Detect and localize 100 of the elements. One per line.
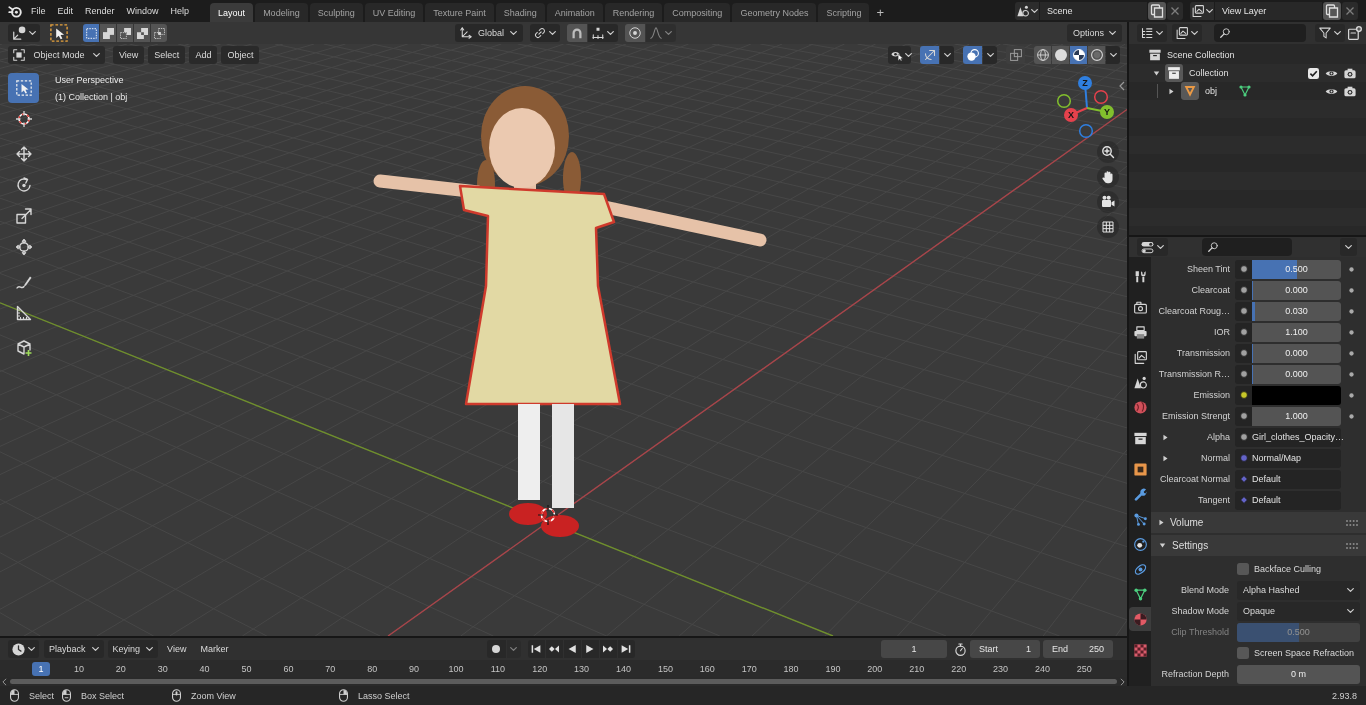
horizontal-scrollbar[interactable] (10, 679, 1117, 684)
workspace-tab[interactable]: Sculpting (309, 3, 363, 22)
frame-end-field[interactable]: End 250 (1043, 640, 1113, 658)
camera-icon[interactable] (1097, 191, 1119, 213)
drag-handle-icon[interactable] (1346, 542, 1358, 549)
keyframe-icon[interactable] (1348, 371, 1354, 377)
socket-icon[interactable] (1240, 307, 1248, 315)
socket-icon[interactable] (1240, 433, 1248, 441)
eye-icon[interactable] (1325, 87, 1338, 95)
select-box-tool[interactable] (8, 73, 39, 103)
sidebar-toggle-icon[interactable] (1119, 81, 1125, 91)
playback-button[interactable] (563, 640, 581, 658)
color-swatch[interactable] (1252, 385, 1341, 405)
selection-mode-button[interactable] (83, 24, 99, 42)
gizmo-dropdown[interactable] (940, 45, 954, 64)
triangle-mesh-icon[interactable] (1239, 85, 1251, 97)
factor-slider[interactable]: 0.000 (1252, 343, 1341, 363)
vector-input-field[interactable]: Default (1235, 469, 1341, 489)
view-layer-dropdown[interactable] (1172, 24, 1202, 42)
pivot-dropdown[interactable] (529, 24, 560, 42)
editor-type-button[interactable] (8, 24, 40, 42)
view-layer-browse-button[interactable] (1190, 2, 1214, 20)
factor-slider[interactable]: 0.030 (1252, 301, 1341, 321)
gizmo-toggle-button[interactable] (920, 45, 939, 64)
scroll-right-icon[interactable] (1120, 677, 1125, 686)
selection-mode-button[interactable] (134, 24, 150, 42)
keyframe-icon[interactable] (1348, 266, 1354, 272)
workspace-tab[interactable]: UV Editing (364, 3, 424, 22)
workspace-tab[interactable]: Scripting (818, 3, 870, 22)
keyframe-icon[interactable] (1348, 329, 1354, 335)
number-field[interactable]: 1.000 (1252, 406, 1341, 426)
x-ray-toggle-button[interactable] (1006, 45, 1025, 64)
display-mode-dropdown[interactable] (1137, 24, 1167, 42)
socket-icon[interactable] (1240, 391, 1248, 399)
auto-keying-button[interactable] (486, 640, 506, 658)
socket-icon[interactable] (1240, 286, 1248, 294)
workspace-tab[interactable]: Geometry Nodes (732, 3, 817, 22)
keyframe-icon[interactable] (1348, 413, 1354, 419)
current-frame-field[interactable]: 1 (881, 640, 947, 658)
overlays-toggle-button[interactable] (963, 45, 982, 64)
overlays-dropdown[interactable] (983, 45, 997, 64)
factor-slider[interactable]: 0.000 (1252, 280, 1341, 300)
checkbox[interactable]: Backface Culling (1237, 563, 1322, 575)
editor-type-button[interactable] (8, 640, 39, 658)
panel-header[interactable]: Volume (1151, 512, 1366, 533)
workspace-tab[interactable]: Texture Paint (425, 3, 494, 22)
expand-arrow-icon[interactable] (1153, 70, 1160, 76)
close-icon[interactable] (1167, 2, 1183, 20)
duplicate-icon[interactable] (1148, 2, 1166, 20)
box-icon[interactable] (1165, 64, 1183, 82)
checkbox[interactable] (1308, 67, 1319, 79)
expand-arrow-icon[interactable] (1169, 87, 1174, 95)
socket-icon[interactable] (1240, 328, 1248, 336)
hand-icon[interactable] (1097, 166, 1119, 188)
new-collection-icon[interactable] (1348, 26, 1362, 40)
dropdown[interactable]: Alpha Hashed (1237, 580, 1360, 600)
options-dropdown[interactable]: Options (1066, 24, 1122, 42)
keyframe-icon[interactable] (1348, 350, 1354, 356)
selection-mode-button[interactable] (100, 24, 116, 42)
workspace-tab[interactable]: Modeling (255, 3, 308, 22)
keyframe-icon[interactable] (1348, 287, 1354, 293)
menu-item[interactable]: Window (120, 2, 165, 20)
playback-button[interactable] (545, 640, 563, 658)
add-workspace-button[interactable]: + (871, 3, 889, 22)
selection-mode-button[interactable] (151, 24, 167, 42)
menu-item[interactable]: Edit (51, 2, 80, 20)
scene-browse-button[interactable] (1015, 2, 1039, 20)
panel-options-dropdown[interactable] (1340, 238, 1357, 256)
socket-icon[interactable] (1240, 349, 1248, 357)
box-icon[interactable] (1149, 49, 1161, 61)
playback-button[interactable] (527, 640, 545, 658)
menu-item[interactable]: Select (148, 45, 186, 64)
zoom-icon[interactable] (1097, 141, 1119, 163)
eye-icon[interactable] (1325, 69, 1338, 77)
socket-icon[interactable] (1240, 412, 1248, 420)
shading-mode-button[interactable] (1070, 45, 1087, 64)
factor-slider[interactable]: 0.000 (1252, 364, 1341, 384)
panel-header[interactable]: Settings (1151, 535, 1366, 556)
linked-input-field[interactable]: Girl_clothes_Opacity… (1235, 427, 1341, 447)
menu-item[interactable]: File (25, 2, 52, 20)
shading-mode-button[interactable] (1052, 45, 1069, 64)
menu-item[interactable]: Help (164, 2, 196, 20)
shading-mode-button[interactable] (1034, 45, 1051, 64)
outliner-item-label[interactable]: Scene Collection (1167, 50, 1235, 60)
falloff-dropdown[interactable] (645, 24, 676, 42)
camera-icon[interactable] (1344, 67, 1356, 79)
camera-icon[interactable] (1344, 85, 1356, 97)
axis-handle[interactable]: Z (1078, 76, 1092, 109)
number-field[interactable]: 0 m (1237, 664, 1360, 684)
playback-button[interactable] (599, 640, 617, 658)
close-icon[interactable] (1342, 2, 1358, 20)
expand-arrow-icon[interactable] (1163, 454, 1168, 462)
view-layer-name-field[interactable]: View Layer (1215, 2, 1322, 20)
transform-orientation-dropdown[interactable]: Global (454, 24, 523, 42)
blender-logo-icon[interactable] (8, 4, 22, 18)
dropdown[interactable]: Opaque (1237, 601, 1360, 621)
workspace-tab[interactable]: Layout (210, 3, 254, 22)
scroll-left-icon[interactable] (2, 677, 7, 686)
selection-mode-button[interactable] (117, 24, 133, 42)
workspace-tab[interactable]: Compositing (664, 3, 731, 22)
